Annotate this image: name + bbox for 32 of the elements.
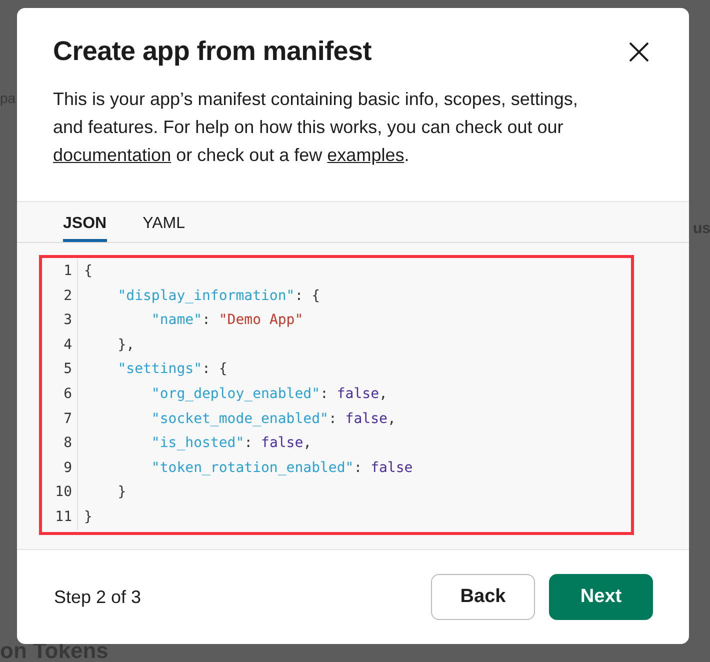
link[interactable]: examples <box>327 145 404 165</box>
line-number: 4 <box>64 336 72 355</box>
line-number: 8 <box>64 434 72 454</box>
back-button[interactable]: Back <box>431 574 535 620</box>
line-number: 2 <box>64 286 72 306</box>
code-line: "settings": { <box>116 360 228 380</box>
code-line: "socket_mode_enabled": false, <box>150 410 396 429</box>
code-line: "org_deploy_enabled": false, <box>150 384 388 404</box>
line-number: 7 <box>64 410 72 429</box>
line-number: 1 <box>64 262 72 281</box>
line-number: 10 <box>55 483 72 502</box>
code-line: { <box>84 262 92 281</box>
code-line: "token_rotation_enabled": false <box>150 458 413 478</box>
line-number: 3 <box>64 311 72 330</box>
description-text: This is your app’s manifest containing basic info, scopes, settings, and features. For help on how this works, you can check out our documentation or check out a few examples. <box>53 88 579 167</box>
format-tab[interactable]: YAML <box>142 202 185 242</box>
link[interactable]: documentation <box>53 145 172 165</box>
line-number: 11 <box>55 508 72 527</box>
dialog-title: Create app from manifest <box>53 36 372 67</box>
close-icon <box>629 42 649 62</box>
code-line: } <box>84 508 92 527</box>
code-line: }, <box>116 336 135 355</box>
code-line: "is_hosted": false, <box>150 434 312 454</box>
line-number: 5 <box>64 360 72 380</box>
line-number: 6 <box>64 384 72 404</box>
next-button[interactable]: Next <box>549 574 653 620</box>
line-number: 9 <box>64 458 72 478</box>
code-line: "display_information": { <box>116 286 320 306</box>
code-editor[interactable] <box>17 243 689 550</box>
code-line: "name": "Demo App" <box>150 311 304 330</box>
code-line: } <box>116 483 126 502</box>
step-indicator: Step 2 of 3 <box>54 586 142 608</box>
